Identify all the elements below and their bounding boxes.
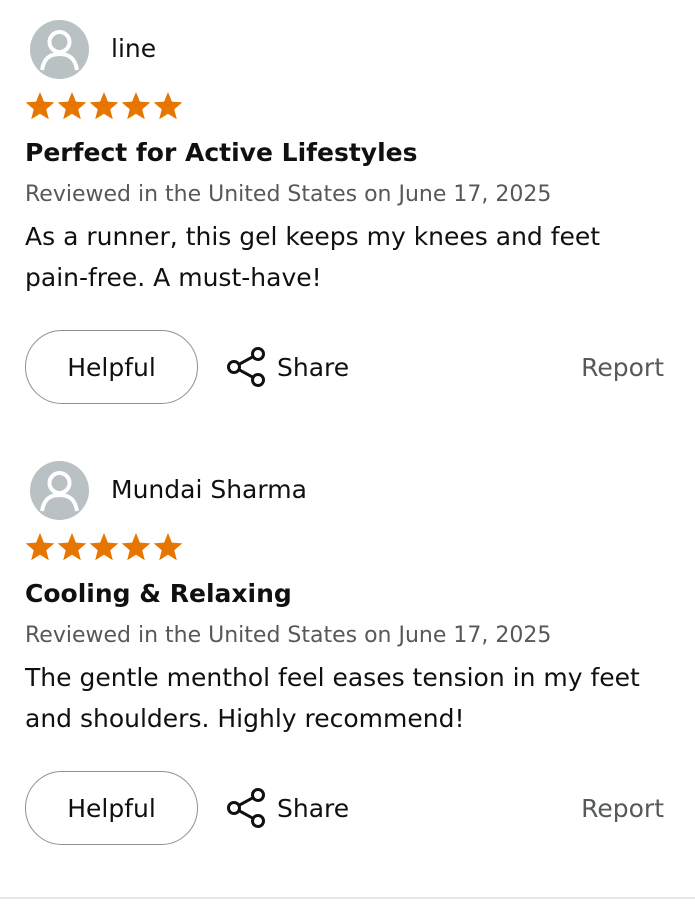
star-icon bbox=[25, 533, 183, 561]
star-icon bbox=[25, 92, 183, 120]
review-title[interactable]: Cooling & Relaxing bbox=[25, 578, 292, 610]
review-title[interactable]: Perfect for Active Lifestyles bbox=[25, 137, 418, 169]
report-link[interactable]: Report bbox=[581, 350, 664, 386]
helpful-button[interactable]: Helpful bbox=[25, 771, 198, 845]
share-label: Share bbox=[277, 793, 350, 823]
helpful-button[interactable]: Helpful bbox=[25, 330, 198, 404]
share-button[interactable]: Share bbox=[225, 786, 349, 830]
share-icon bbox=[227, 788, 265, 828]
review-card: line Perfect for Active Lifestyles Revie… bbox=[0, 0, 695, 430]
review-body: As a runner, this gel keeps my knees and… bbox=[25, 222, 601, 292]
user-silhouette-icon bbox=[40, 30, 79, 71]
review-card: Mundai Sharma Cooling & Relaxing Reviewe… bbox=[0, 441, 695, 871]
avatar bbox=[30, 20, 89, 79]
share-icon bbox=[227, 347, 265, 387]
avatar bbox=[30, 461, 89, 520]
share-label: Share bbox=[277, 352, 350, 382]
divider bbox=[0, 897, 695, 899]
review-date: Reviewed in the United States on June 17… bbox=[25, 182, 552, 207]
star-rating bbox=[25, 91, 183, 121]
star-rating bbox=[25, 532, 183, 562]
share-button[interactable]: Share bbox=[225, 345, 349, 389]
report-link[interactable]: Report bbox=[581, 791, 664, 827]
user-silhouette-icon bbox=[40, 471, 79, 512]
reviewer-name[interactable]: line bbox=[111, 34, 156, 64]
review-date: Reviewed in the United States on June 17… bbox=[25, 623, 552, 648]
reviewer-name[interactable]: Mundai Sharma bbox=[111, 475, 307, 505]
review-body: The gentle menthol feel eases tension in… bbox=[25, 663, 640, 733]
